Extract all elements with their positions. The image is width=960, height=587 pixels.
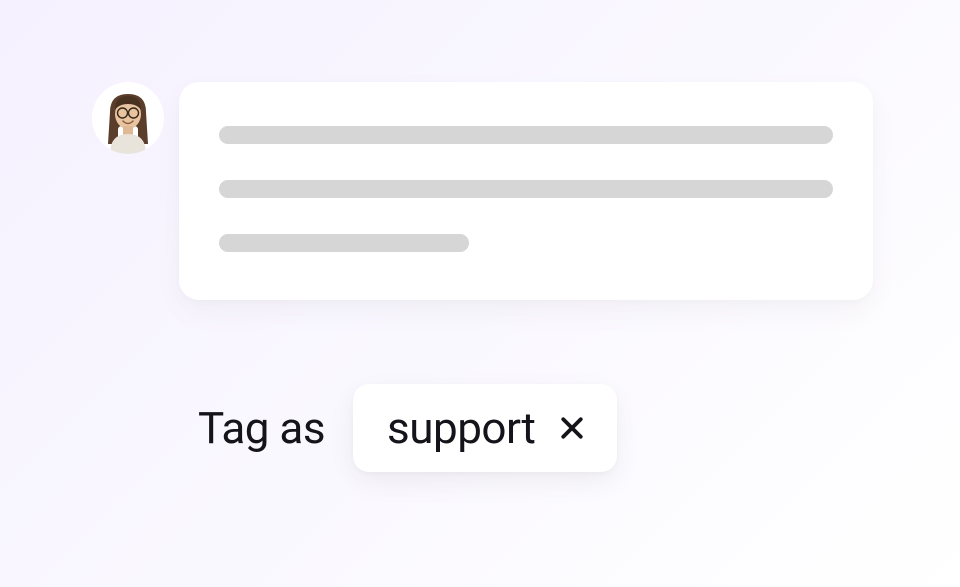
tag-row: Tag as support (198, 384, 617, 472)
placeholder-line (219, 234, 469, 252)
avatar-image (92, 82, 164, 154)
close-icon[interactable] (557, 413, 587, 443)
message-card (179, 82, 873, 300)
tag-as-label: Tag as (198, 402, 325, 454)
placeholder-line (219, 180, 833, 198)
tag-chip-text: support (387, 402, 535, 454)
placeholder-line (219, 126, 833, 144)
tag-chip[interactable]: support (353, 384, 617, 472)
avatar (92, 82, 164, 154)
